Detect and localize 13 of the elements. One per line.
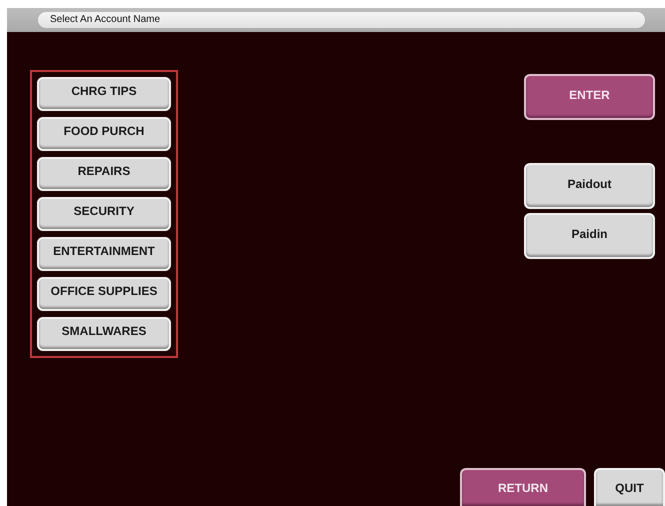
account-button[interactable]: SECURITY [37,197,171,231]
action-button[interactable]: Paidout [524,163,655,209]
footer-button[interactable]: QUIT [594,468,665,506]
action-button[interactable]: Paidin [524,213,655,259]
account-button[interactable]: FOOD PURCH [37,117,171,151]
action-button[interactable]: ENTER [524,74,655,120]
account-button[interactable]: REPAIRS [37,157,171,191]
account-button[interactable]: SMALLWARES [37,317,171,351]
prompt-field: Select An Account Name [38,12,645,28]
footer-button[interactable]: RETURN [460,468,586,506]
account-button[interactable]: OFFICE SUPPLIES [37,277,171,311]
account-button[interactable]: ENTERTAINMENT [37,237,171,271]
account-button[interactable]: CHRG TIPS [37,77,171,111]
